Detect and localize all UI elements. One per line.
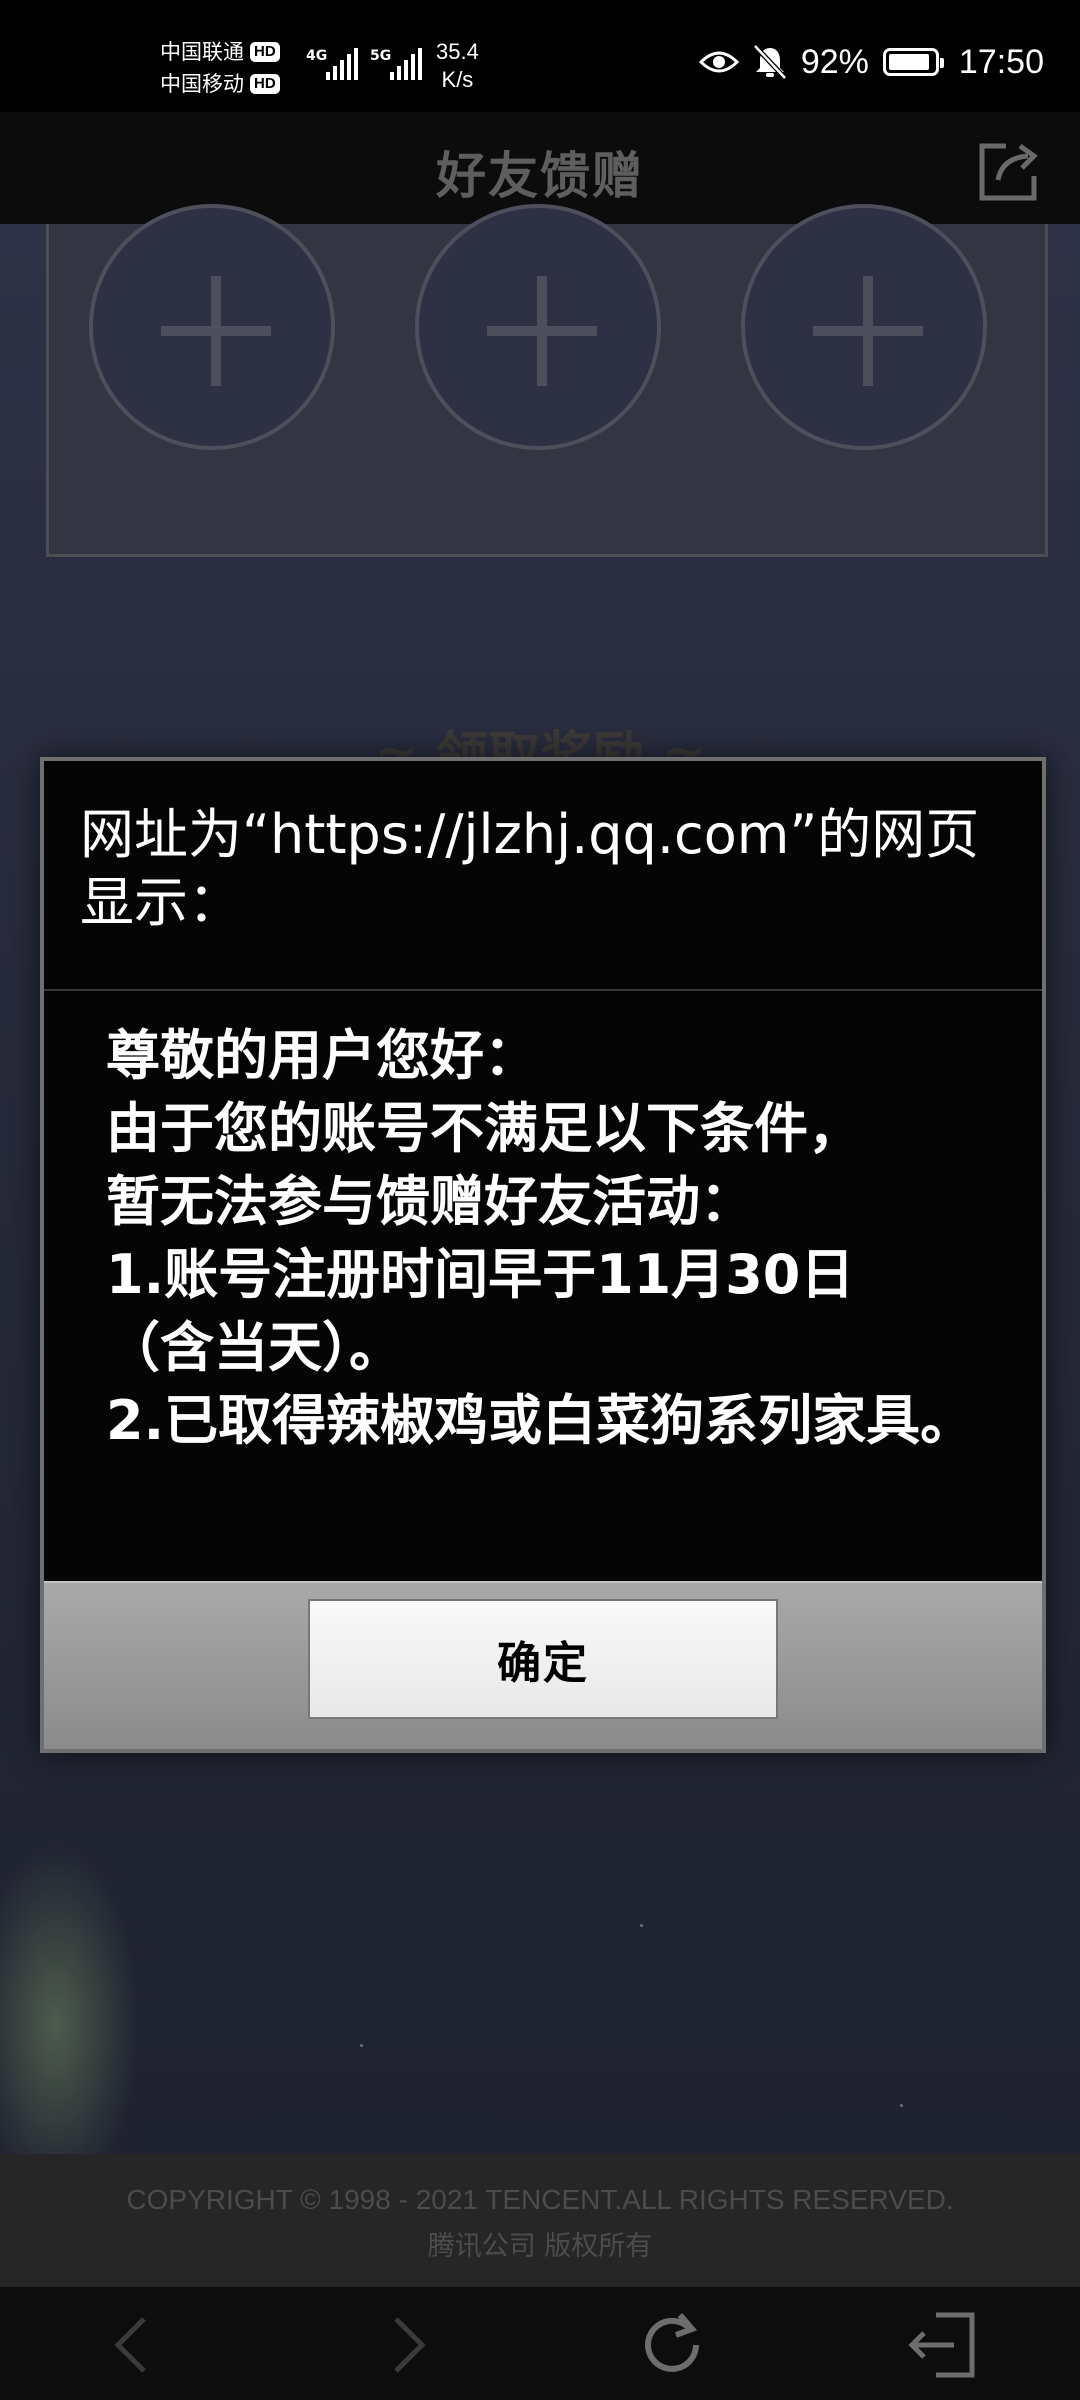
forward-icon[interactable] — [366, 2307, 446, 2383]
dialog-actions: 确定 — [44, 1581, 1042, 1749]
carrier-1-label: 中国联通 — [160, 40, 244, 64]
carrier-2-label: 中国移动 — [160, 72, 244, 96]
speed-unit: K/s — [441, 67, 474, 92]
signal-5g-icon: 5G — [370, 40, 426, 84]
network-5g-label: 5G — [370, 48, 392, 64]
company-text: 腾讯公司 版权所有 — [427, 2231, 653, 2262]
share-icon[interactable] — [976, 136, 1044, 204]
hd-badge-2: HD — [250, 74, 280, 94]
page-title: 好友馈赠 — [436, 146, 644, 205]
network-speed: 35.4 K/s — [436, 38, 479, 94]
clock: 17:50 — [958, 42, 1044, 81]
hd-badge-1: HD — [250, 42, 280, 62]
alert-dialog: 网址为“https://jlzhj.qq.com”的网页显示： 尊敬的用户您好：… — [40, 757, 1046, 1753]
dialog-message: 尊敬的用户您好： 由于您的账号不满足以下条件， 暂无法参与馈赠好友活动： 1.账… — [106, 1024, 975, 1452]
add-slot-3-button[interactable] — [741, 204, 987, 450]
battery-level — [888, 54, 930, 70]
copyright-footer: COPYRIGHT © 1998 - 2021 TENCENT.ALL RIGH… — [0, 2154, 1080, 2287]
network-4g-label: 4G — [306, 48, 328, 64]
copyright-text: COPYRIGHT © 1998 - 2021 TENCENT.ALL RIGH… — [126, 2184, 954, 2215]
friend-slot-panel — [46, 204, 1048, 557]
back-icon[interactable] — [96, 2307, 176, 2383]
eye-icon — [698, 51, 739, 73]
signal-4g-icon: 4G — [306, 40, 362, 84]
add-slot-1-button[interactable] — [89, 204, 335, 450]
add-slot-2-button[interactable] — [415, 204, 661, 450]
exit-icon[interactable] — [904, 2307, 984, 2383]
mute-bell-icon — [753, 44, 787, 80]
dialog-divider — [44, 989, 1042, 991]
refresh-icon[interactable] — [634, 2307, 714, 2383]
plant-decoration — [0, 1844, 140, 2204]
ok-button[interactable]: 确定 — [308, 1599, 778, 1719]
carrier-info: 中国联通 HD 中国移动 HD — [160, 36, 280, 100]
battery-icon — [882, 48, 944, 76]
speed-value: 35.4 — [436, 39, 479, 64]
battery-percentage: 92% — [800, 42, 869, 81]
dialog-title: 网址为“https://jlzhj.qq.com”的网页显示： — [80, 803, 980, 934]
browser-nav-bar — [0, 2287, 1080, 2400]
status-bar: 中国联通 HD 中国移动 HD 4G 5G 35.4 K/s 92% 17:50 — [0, 0, 1080, 112]
